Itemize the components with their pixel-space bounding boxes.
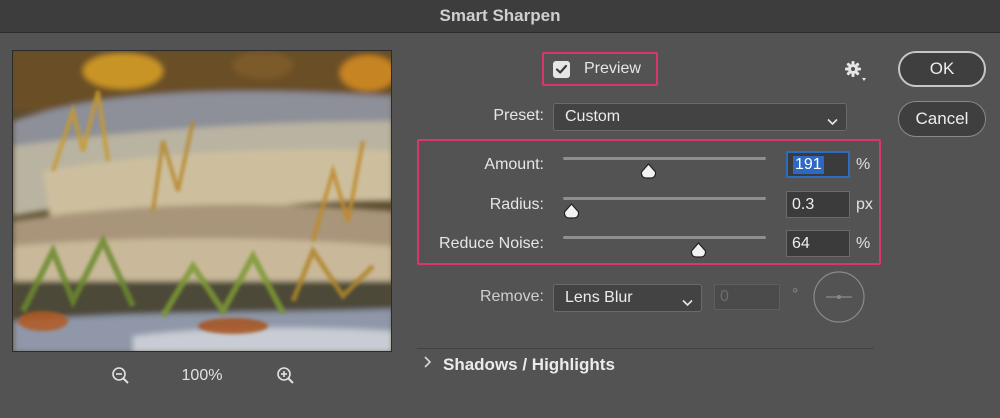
preset-value: Custom — [565, 108, 621, 125]
remove-label: Remove: — [479, 288, 544, 305]
cancel-button[interactable]: Cancel — [898, 101, 986, 137]
preview-label[interactable]: Preview — [584, 60, 641, 78]
zoom-bar: 100% — [12, 365, 392, 389]
window-title: Smart Sharpen — [0, 0, 1000, 33]
remove-select[interactable]: Lens Blur — [553, 284, 702, 312]
zoom-in-icon[interactable] — [275, 365, 297, 387]
zoom-out-icon[interactable] — [110, 365, 132, 387]
reduce-noise-unit: % — [856, 235, 871, 252]
preview-image[interactable] — [12, 50, 392, 352]
gear-icon[interactable] — [843, 59, 869, 83]
preset-label: Preset: — [493, 107, 544, 124]
preview-checkbox[interactable] — [553, 61, 570, 78]
amount-slider-thumb[interactable] — [640, 163, 657, 179]
reduce-noise-slider-track[interactable] — [563, 236, 766, 239]
radius-unit: px — [856, 196, 873, 213]
zoom-level: 100% — [181, 367, 223, 384]
reduce-noise-slider-thumb[interactable] — [690, 242, 707, 258]
shadows-highlights-toggle[interactable]: Shadows / Highlights — [443, 355, 615, 375]
radius-slider-thumb[interactable] — [563, 203, 580, 219]
chevron-down-icon — [682, 294, 693, 312]
amount-slider-track[interactable] — [563, 157, 766, 160]
preset-select[interactable]: Custom — [553, 103, 847, 131]
chevron-down-icon — [827, 113, 838, 131]
ok-button[interactable]: OK — [898, 51, 986, 87]
angle-unit: ° — [792, 286, 799, 303]
amount-unit: % — [856, 156, 871, 173]
remove-value: Lens Blur — [565, 289, 633, 306]
angle-input: 0 — [714, 284, 780, 310]
amount-label: Amount: — [484, 156, 544, 173]
chevron-right-icon[interactable] — [423, 355, 433, 374]
amount-input[interactable]: 191 — [786, 151, 850, 178]
radius-label: Radius: — [489, 196, 544, 213]
reduce-noise-input[interactable]: 64 — [786, 230, 850, 257]
angle-dial-icon — [812, 270, 866, 324]
radius-input[interactable]: 0.3 — [786, 191, 850, 218]
reduce-noise-label: Reduce Noise: — [439, 235, 544, 252]
radius-slider-track[interactable] — [563, 197, 766, 200]
section-divider — [417, 348, 874, 349]
